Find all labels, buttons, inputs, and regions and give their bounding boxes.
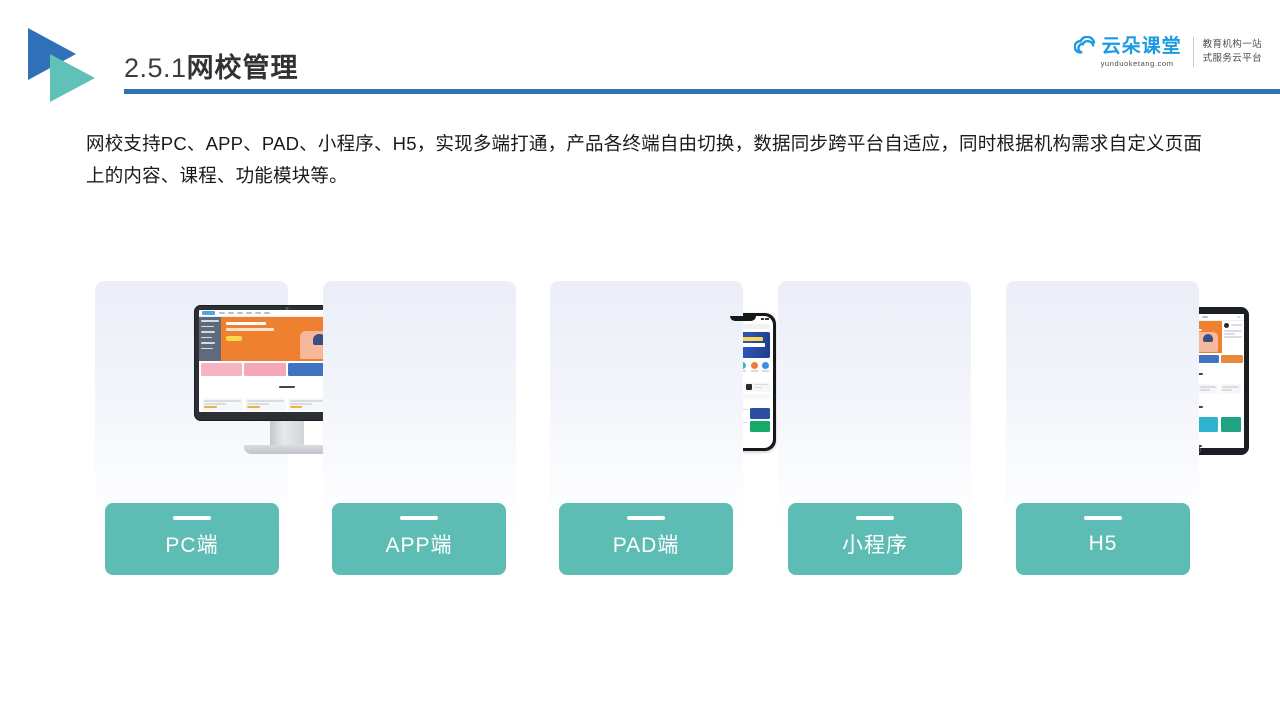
label-pad[interactable]: PAD端 (559, 503, 733, 575)
title-underline-rule (124, 89, 1280, 94)
label-dash-icon (400, 516, 438, 520)
slide: 2.5.1网校管理 云朵课堂 yunduoketang.com 教育机构一站 式… (0, 0, 1280, 720)
brand-logo: 云朵课堂 yunduoketang.com 教育机构一站 式服务云平台 (1070, 36, 1262, 68)
brand-tagline: 教育机构一站 式服务云平台 (1203, 38, 1262, 66)
site-right-panel (1222, 321, 1244, 353)
brand-tagline-line1: 教育机构一站 (1202, 39, 1262, 51)
label-pad-text: PAD端 (612, 533, 680, 557)
brand-url-text: yunduoketang.com (1100, 59, 1174, 68)
brand-name-text: 云朵课堂 (1101, 35, 1182, 57)
device-card-row: 9:41 (0, 281, 1280, 581)
card-h5: 9:41 (1006, 281, 1199, 537)
label-dash-icon (1084, 516, 1122, 520)
quick-icon[interactable] (761, 362, 769, 372)
list-item[interactable] (1197, 384, 1219, 394)
body-paragraph: 网校支持PC、APP、PAD、小程序、H5，实现多端打通，产品各终端自由切换，数… (86, 133, 1203, 186)
card-miniprogram: 9:41 (778, 281, 971, 537)
site-logo-icon (202, 311, 215, 315)
monitor-stand-base (243, 445, 330, 454)
label-h5[interactable]: H5 (1016, 503, 1190, 575)
label-app-text: APP端 (385, 533, 453, 557)
cloud-icon (1073, 36, 1100, 56)
brand-divider (1192, 37, 1194, 67)
double-triangle-logo-icon (28, 28, 110, 104)
monitor-camera-icon (285, 307, 288, 310)
label-app[interactable]: APP端 (332, 503, 506, 575)
label-dash-icon (856, 516, 894, 520)
label-miniprogram-text: 小程序 (842, 533, 908, 557)
grid-card[interactable] (1197, 417, 1219, 432)
slide-header: 2.5.1网校管理 云朵课堂 yunduoketang.com 教育机构一站 式… (0, 0, 1280, 110)
card-app: 9:41 (323, 281, 776, 537)
grid-card[interactable] (1220, 417, 1241, 432)
page-title: 2.5.1网校管理 (124, 46, 299, 85)
card-pc (95, 281, 379, 537)
brand-name-row: 云朵课堂 (1073, 35, 1182, 57)
site-side-menu (199, 317, 221, 361)
label-dash-icon (173, 516, 211, 520)
phone-notch (730, 316, 756, 321)
list-item[interactable] (202, 398, 243, 411)
card-pad (550, 281, 1249, 537)
label-miniprogram[interactable]: 小程序 (788, 503, 962, 575)
page-title-text: 网校管理 (186, 53, 299, 83)
brand-name-block: 云朵课堂 yunduoketang.com (1070, 36, 1182, 68)
label-pc-text: PC端 (165, 533, 219, 557)
list-item[interactable] (244, 398, 286, 411)
page-title-number: 2.5.1 (124, 53, 187, 83)
brand-tagline-line2: 式服务云平台 (1202, 53, 1262, 64)
site-user-icon (1237, 315, 1240, 319)
list-item[interactable] (1220, 384, 1241, 394)
triangle-teal-icon (50, 54, 95, 102)
label-h5-text: H5 (1088, 531, 1118, 555)
monitor-stand-neck (269, 421, 304, 447)
label-pc[interactable]: PC端 (105, 503, 279, 575)
list-item[interactable] (744, 381, 770, 392)
label-dash-icon (627, 516, 665, 520)
quick-icon[interactable] (750, 362, 758, 372)
